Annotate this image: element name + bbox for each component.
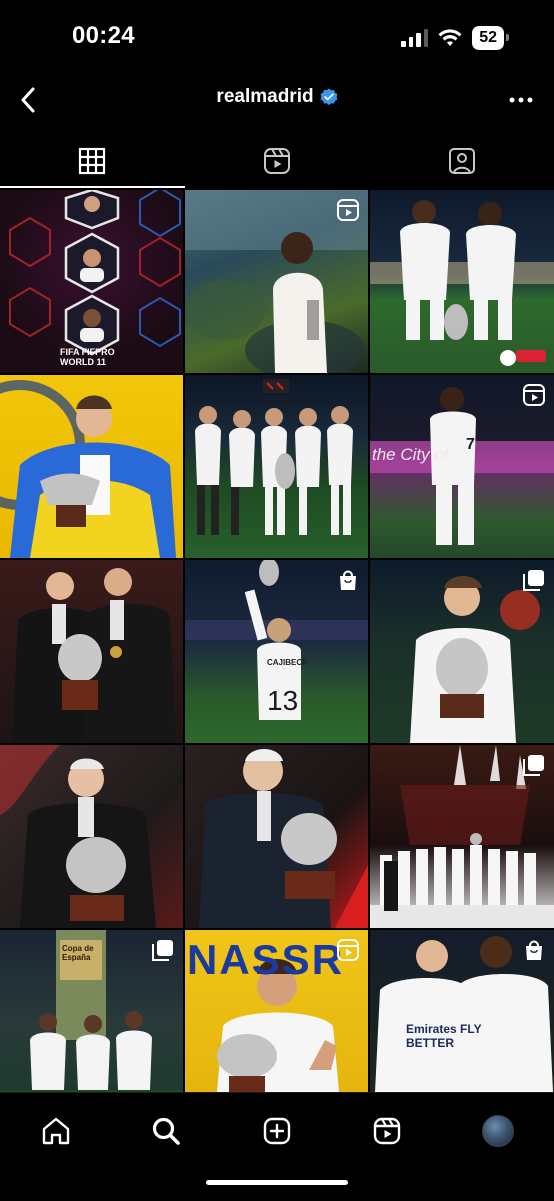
more-dots-icon xyxy=(509,97,533,103)
post-thumbnail xyxy=(0,380,176,558)
grid-post[interactable] xyxy=(0,560,183,743)
svg-text:7: 7 xyxy=(466,436,475,453)
profile-tabs xyxy=(0,134,554,188)
post-thumbnail xyxy=(370,200,554,366)
post-thumbnail xyxy=(199,749,368,928)
post-thumbnail xyxy=(12,568,176,743)
grid-post[interactable] xyxy=(370,745,554,928)
reel-icon xyxy=(337,939,359,961)
grid-post[interactable] xyxy=(185,375,368,558)
nav-create[interactable] xyxy=(257,1111,297,1151)
verified-badge-icon xyxy=(320,88,337,105)
reel-icon xyxy=(523,384,545,406)
post-thumbnail xyxy=(0,745,156,928)
shopping-bag-icon xyxy=(340,570,356,590)
plus-square-icon xyxy=(263,1117,291,1145)
grid-post[interactable] xyxy=(370,190,554,373)
grid-post[interactable]: FIFA FIFPRO WORLD 11 xyxy=(0,190,183,373)
carousel-icon xyxy=(152,940,173,961)
grid-post[interactable] xyxy=(370,560,554,743)
grid-post[interactable] xyxy=(0,745,183,928)
tagged-person-icon xyxy=(448,148,475,174)
grid-post[interactable]: Copa de España xyxy=(0,930,183,1092)
tab-reels[interactable] xyxy=(185,134,370,188)
cellular-signal-icon xyxy=(401,29,429,47)
carousel-icon xyxy=(523,570,544,591)
title-wrap: realmadrid xyxy=(0,86,554,108)
post-overlay-text: Emirates FLY BETTER xyxy=(406,1022,482,1050)
reels-icon xyxy=(264,148,290,174)
reel-icon xyxy=(337,199,359,221)
status-bar: 00:24 52 xyxy=(0,0,554,76)
grid-post[interactable]: Emirates FLY BETTER xyxy=(370,930,554,1092)
wifi-icon xyxy=(438,29,462,46)
post-thumbnail xyxy=(195,379,353,535)
profile-header: realmadrid xyxy=(0,76,554,124)
shopping-bag-icon xyxy=(526,940,542,960)
grid-post[interactable]: NASSR xyxy=(185,930,368,1092)
home-indicator xyxy=(206,1180,348,1185)
posts-grid: FIFA FIFPRO WORLD 11 7 the City of 13 CA… xyxy=(0,190,554,1092)
carousel-icon xyxy=(523,755,544,776)
svg-text:13: 13 xyxy=(267,685,298,716)
status-icons: 52 xyxy=(401,26,509,50)
search-icon xyxy=(152,1117,180,1145)
nav-reels[interactable] xyxy=(367,1111,407,1151)
more-options-button[interactable] xyxy=(506,88,536,112)
battery-indicator: 52 xyxy=(472,26,509,50)
post-overlay-text: the City of xyxy=(372,445,449,464)
tab-posts-grid[interactable] xyxy=(0,134,185,188)
grid-post[interactable] xyxy=(185,745,368,928)
grid-post[interactable]: 13 CAJIBECK xyxy=(185,560,368,743)
profile-username: realmadrid xyxy=(216,86,314,107)
grid-post[interactable] xyxy=(0,375,183,558)
grid-post[interactable] xyxy=(185,190,368,373)
post-overlay-text: CAJIBECK xyxy=(267,658,308,667)
nav-profile[interactable] xyxy=(478,1111,518,1151)
status-time: 00:24 xyxy=(72,22,135,49)
home-icon xyxy=(42,1117,70,1145)
post-thumbnail xyxy=(9,190,181,356)
profile-avatar-icon xyxy=(482,1115,514,1147)
post-overlay-text: FIFA FIFPRO WORLD 11 xyxy=(60,347,115,367)
grid-icon xyxy=(79,147,106,175)
nav-search[interactable] xyxy=(146,1111,186,1151)
reels-icon xyxy=(373,1117,401,1145)
grid-post[interactable]: 7 the City of xyxy=(370,375,554,558)
post-overlay-text: Copa de España xyxy=(62,944,94,962)
post-overlay-text: NASSR xyxy=(187,936,345,983)
tab-tagged[interactable] xyxy=(369,134,554,188)
nav-home[interactable] xyxy=(36,1111,76,1151)
